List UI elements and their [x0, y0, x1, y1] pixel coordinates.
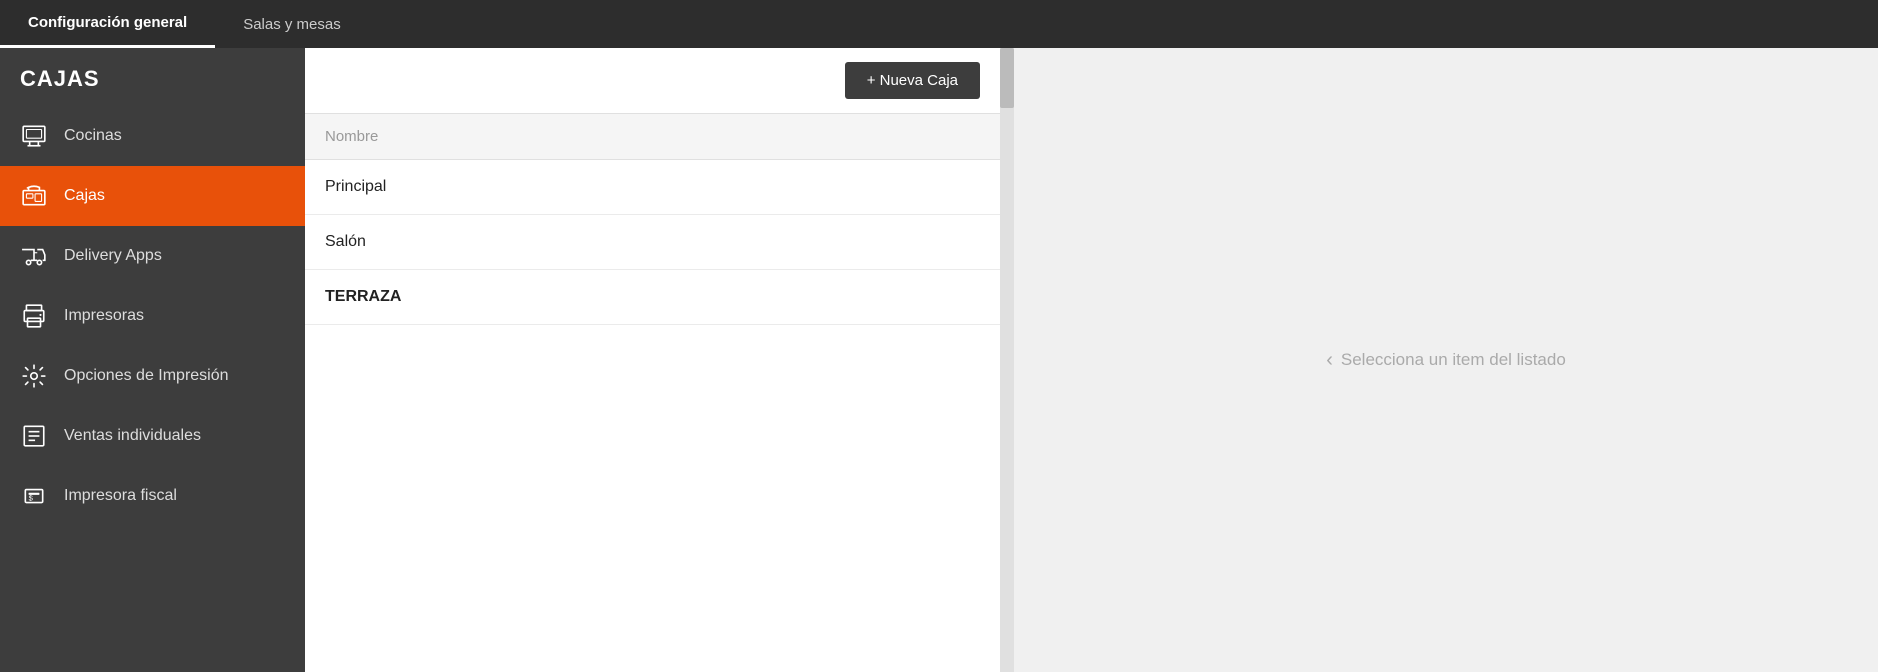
printer-icon: [20, 302, 48, 330]
sidebar-label-delivery: Delivery Apps: [64, 247, 162, 265]
sidebar-label-cajas: Cajas: [64, 187, 105, 205]
sidebar-item-cocinas[interactable]: Cocinas: [0, 106, 305, 166]
fiscal-printer-icon: $: [20, 482, 48, 510]
list-table: Nombre Principal Salón TERRAZA: [305, 114, 1000, 672]
detail-hint-text: Selecciona un item del listado: [1341, 350, 1566, 370]
scroll-track[interactable]: [1000, 48, 1014, 672]
top-nav: Configuración general Salas y mesas: [0, 0, 1878, 48]
sales-icon: [20, 422, 48, 450]
list-row[interactable]: TERRAZA: [305, 270, 1000, 325]
sidebar: CAJAS Cocinas: [0, 48, 305, 672]
sidebar-item-delivery[interactable]: Delivery Apps: [0, 226, 305, 286]
print-options-icon: [20, 362, 48, 390]
sidebar-header: CAJAS: [0, 48, 305, 106]
detail-hint: ‹ Selecciona un item del listado: [1326, 349, 1566, 372]
sidebar-item-cajas[interactable]: Cajas: [0, 166, 305, 226]
register-icon: [20, 182, 48, 210]
content-area: + Nueva Caja Nombre Principal Salón TERR…: [305, 48, 1878, 672]
sidebar-item-opciones-impresion[interactable]: Opciones de Impresión: [0, 346, 305, 406]
sidebar-label-ventas: Ventas individuales: [64, 427, 201, 445]
scroll-thumb[interactable]: [1000, 48, 1014, 108]
tab-salas-y-mesas[interactable]: Salas y mesas: [215, 0, 369, 48]
sidebar-label-impresora-fiscal: Impresora fiscal: [64, 487, 177, 505]
main-area: CAJAS Cocinas: [0, 48, 1878, 672]
sidebar-label-impresoras: Impresoras: [64, 307, 144, 325]
sidebar-label-opciones-impresion: Opciones de Impresión: [64, 367, 229, 385]
list-table-header: Nombre: [305, 114, 1000, 160]
list-row[interactable]: Principal: [305, 160, 1000, 215]
list-row[interactable]: Salón: [305, 215, 1000, 270]
delivery-icon: [20, 242, 48, 270]
tab-configuracion-general[interactable]: Configuración general: [0, 0, 215, 48]
sidebar-item-impresora-fiscal[interactable]: $ Impresora fiscal: [0, 466, 305, 526]
list-panel: + Nueva Caja Nombre Principal Salón TERR…: [305, 48, 1000, 672]
sidebar-item-ventas[interactable]: Ventas individuales: [0, 406, 305, 466]
sidebar-label-cocinas: Cocinas: [64, 127, 122, 145]
chevron-left-icon: ‹: [1326, 349, 1333, 372]
list-panel-header: + Nueva Caja: [305, 48, 1000, 114]
detail-panel: ‹ Selecciona un item del listado: [1014, 48, 1878, 672]
kitchen-icon: [20, 122, 48, 150]
nueva-caja-button[interactable]: + Nueva Caja: [845, 62, 980, 99]
sidebar-item-impresoras[interactable]: Impresoras: [0, 286, 305, 346]
